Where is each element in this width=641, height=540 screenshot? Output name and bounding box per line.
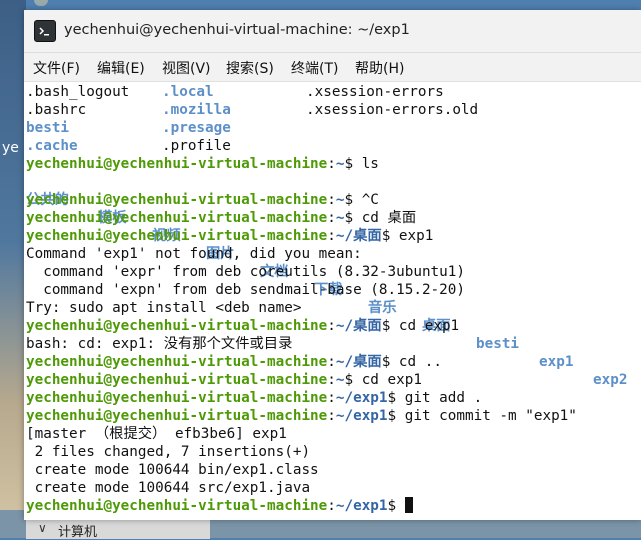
menu-view[interactable]: 视图(V) bbox=[162, 58, 211, 78]
terminal-prompt-line[interactable]: yechenhui@yechenhui-virtual-machine:~/ex… bbox=[26, 497, 413, 515]
terminal-line: yechenhui@yechenhui-virtual-machine:~$ c… bbox=[26, 372, 422, 388]
title-bar[interactable]: yechenhui@yechenhui-virtual-machine: ~/e… bbox=[24, 10, 641, 53]
terminal-icon bbox=[34, 20, 56, 42]
terminal-line: create mode 100644 bin/exp1.class bbox=[26, 462, 319, 478]
desktop-label: ye bbox=[2, 140, 19, 156]
terminal-line: yechenhui@yechenhui-virtual-machine:~/桌面… bbox=[26, 318, 460, 334]
menu-search[interactable]: 搜索(S) bbox=[226, 58, 274, 78]
terminal-line: yechenhui@yechenhui-virtual-machine:~$ l… bbox=[26, 156, 379, 172]
terminal-line: yechenhui@yechenhui-virtual-machine:~$ ^… bbox=[26, 192, 379, 208]
terminal-line: create mode 100644 src/exp1.java bbox=[26, 480, 311, 496]
terminal-line: yechenhui@yechenhui-virtual-machine:~/ex… bbox=[26, 390, 483, 406]
menu-terminal[interactable]: 终端(T) bbox=[291, 58, 338, 78]
chevron-down-icon[interactable]: ∨ bbox=[38, 521, 47, 535]
terminal-line: bash: cd: exp1: 没有那个文件或目录 bbox=[26, 336, 293, 352]
menu-edit[interactable]: 编辑(E) bbox=[97, 58, 145, 78]
terminal-window: yechenhui@yechenhui-virtual-machine: ~/e… bbox=[24, 10, 641, 520]
terminal-line: command 'expr' from deb coreutils (8.32-… bbox=[26, 264, 465, 280]
terminal-line: 2 files changed, 7 insertions(+) bbox=[26, 444, 311, 460]
terminal-line: Try: sudo apt install <deb name> bbox=[26, 300, 302, 316]
terminal-line: Command 'exp1' not found, did you mean: bbox=[26, 246, 362, 262]
terminal-line: yechenhui@yechenhui-virtual-machine:~/ex… bbox=[26, 408, 577, 424]
sidebar-item-computer[interactable]: 计算机 bbox=[58, 521, 97, 540]
menu-bar: 文件(F) 编辑(E) 视图(V) 搜索(S) 终端(T) 帮助(H) bbox=[24, 53, 641, 82]
desktop-background bbox=[0, 0, 26, 538]
terminal-line: yechenhui@yechenhui-virtual-machine:~/桌面… bbox=[26, 228, 434, 244]
terminal-output[interactable]: .bash_logout .local .xsession-errors .bash… bbox=[24, 83, 641, 520]
menu-file[interactable]: 文件(F) bbox=[33, 58, 80, 78]
desktop-icon bbox=[34, 0, 48, 6]
terminal-line: yechenhui@yechenhui-virtual-machine:~$ c… bbox=[26, 210, 417, 226]
menu-help[interactable]: 帮助(H) bbox=[355, 58, 404, 78]
terminal-line: command 'expn' from deb sendmail-base (8… bbox=[26, 282, 465, 298]
terminal-line: [master （根提交） efb3be6] exp1 bbox=[26, 426, 287, 442]
terminal-line: 公共的 模板 视频 图片 文档 下载 音乐 桌面 besti exp1 exp2 bbox=[26, 192, 628, 388]
text-cursor bbox=[404, 497, 413, 513]
terminal-line: yechenhui@yechenhui-virtual-machine:~/桌面… bbox=[26, 354, 442, 370]
window-title: yechenhui@yechenhui-virtual-machine: ~/e… bbox=[64, 22, 410, 38]
